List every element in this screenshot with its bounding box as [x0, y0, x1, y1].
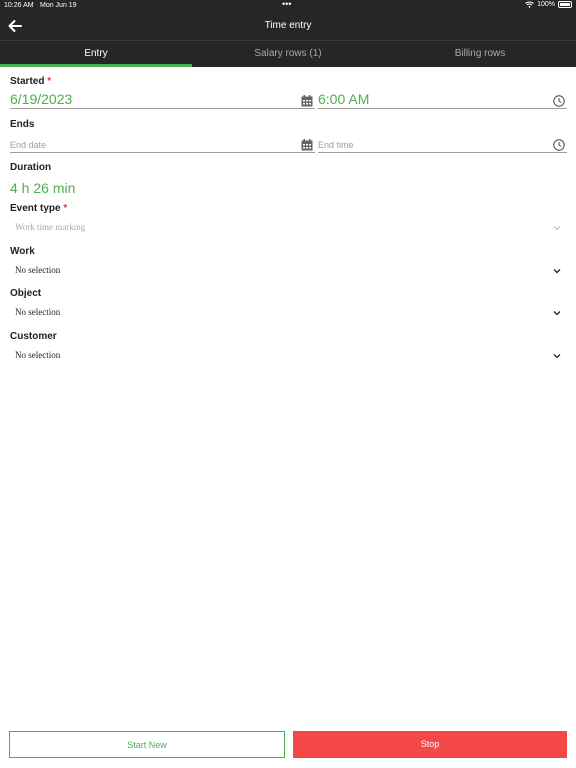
status-bar: 10:26 AM Mon Jun 19 ••• 100%: [0, 0, 576, 12]
status-time: 10:26 AM: [4, 2, 34, 9]
stop-button[interactable]: Stop: [293, 731, 567, 758]
object-label: Object: [10, 288, 42, 299]
object-select[interactable]: No selection: [10, 305, 566, 321]
battery-icon: [558, 1, 572, 8]
calendar-icon[interactable]: [301, 139, 313, 151]
tab-salary-rows[interactable]: Salary rows (1): [192, 41, 384, 67]
end-time-field[interactable]: End time: [318, 137, 567, 153]
event-type-select[interactable]: Work time marking: [10, 220, 566, 236]
chevron-down-icon: [553, 311, 561, 316]
start-date-field[interactable]: 6/19/2023: [10, 91, 315, 109]
tab-entry[interactable]: Entry: [0, 41, 192, 67]
end-time-placeholder: End time: [318, 140, 354, 150]
multitask-dots[interactable]: •••: [282, 0, 291, 9]
required-mark: *: [63, 203, 68, 214]
work-value: No selection: [15, 265, 61, 275]
started-label: Started *: [10, 76, 51, 87]
work-select[interactable]: No selection: [10, 263, 566, 279]
duration-value: 4 h 26 min: [10, 180, 76, 196]
status-right: 100%: [525, 1, 572, 8]
customer-label: Customer: [10, 331, 57, 342]
chevron-down-icon: [553, 354, 561, 359]
tab-bar: Entry Salary rows (1) Billing rows: [0, 40, 576, 67]
page-title: Time entry: [264, 20, 312, 31]
started-label-text: Started: [10, 76, 45, 87]
start-new-button[interactable]: Start New: [9, 731, 285, 758]
start-date-value: 6/19/2023: [10, 91, 73, 107]
customer-select[interactable]: No selection: [10, 348, 566, 364]
end-date-placeholder: End date: [10, 140, 47, 150]
tab-billing-rows[interactable]: Billing rows: [384, 41, 576, 67]
end-date-field[interactable]: End date: [10, 137, 315, 153]
start-time-value: 6:00 AM: [318, 91, 370, 107]
customer-value: No selection: [15, 350, 61, 360]
object-value: No selection: [15, 307, 61, 317]
chevron-down-icon: [553, 269, 561, 274]
ends-label: Ends: [10, 119, 35, 130]
event-type-label-text: Event type: [10, 203, 61, 214]
battery-percent: 100%: [537, 1, 555, 8]
clock-icon[interactable]: [553, 95, 565, 107]
calendar-icon[interactable]: [301, 95, 313, 107]
clock-icon[interactable]: [553, 139, 565, 151]
required-mark: *: [47, 76, 52, 87]
work-label: Work: [10, 246, 35, 257]
nav-bar: Time entry: [0, 12, 576, 40]
chevron-down-icon: [553, 226, 561, 231]
wifi-icon: [525, 1, 534, 8]
event-type-value: Work time marking: [15, 222, 86, 232]
duration-label: Duration: [10, 162, 52, 173]
start-time-field[interactable]: 6:00 AM: [318, 91, 567, 109]
status-date: Mon Jun 19: [40, 2, 77, 9]
event-type-label: Event type *: [10, 203, 67, 214]
